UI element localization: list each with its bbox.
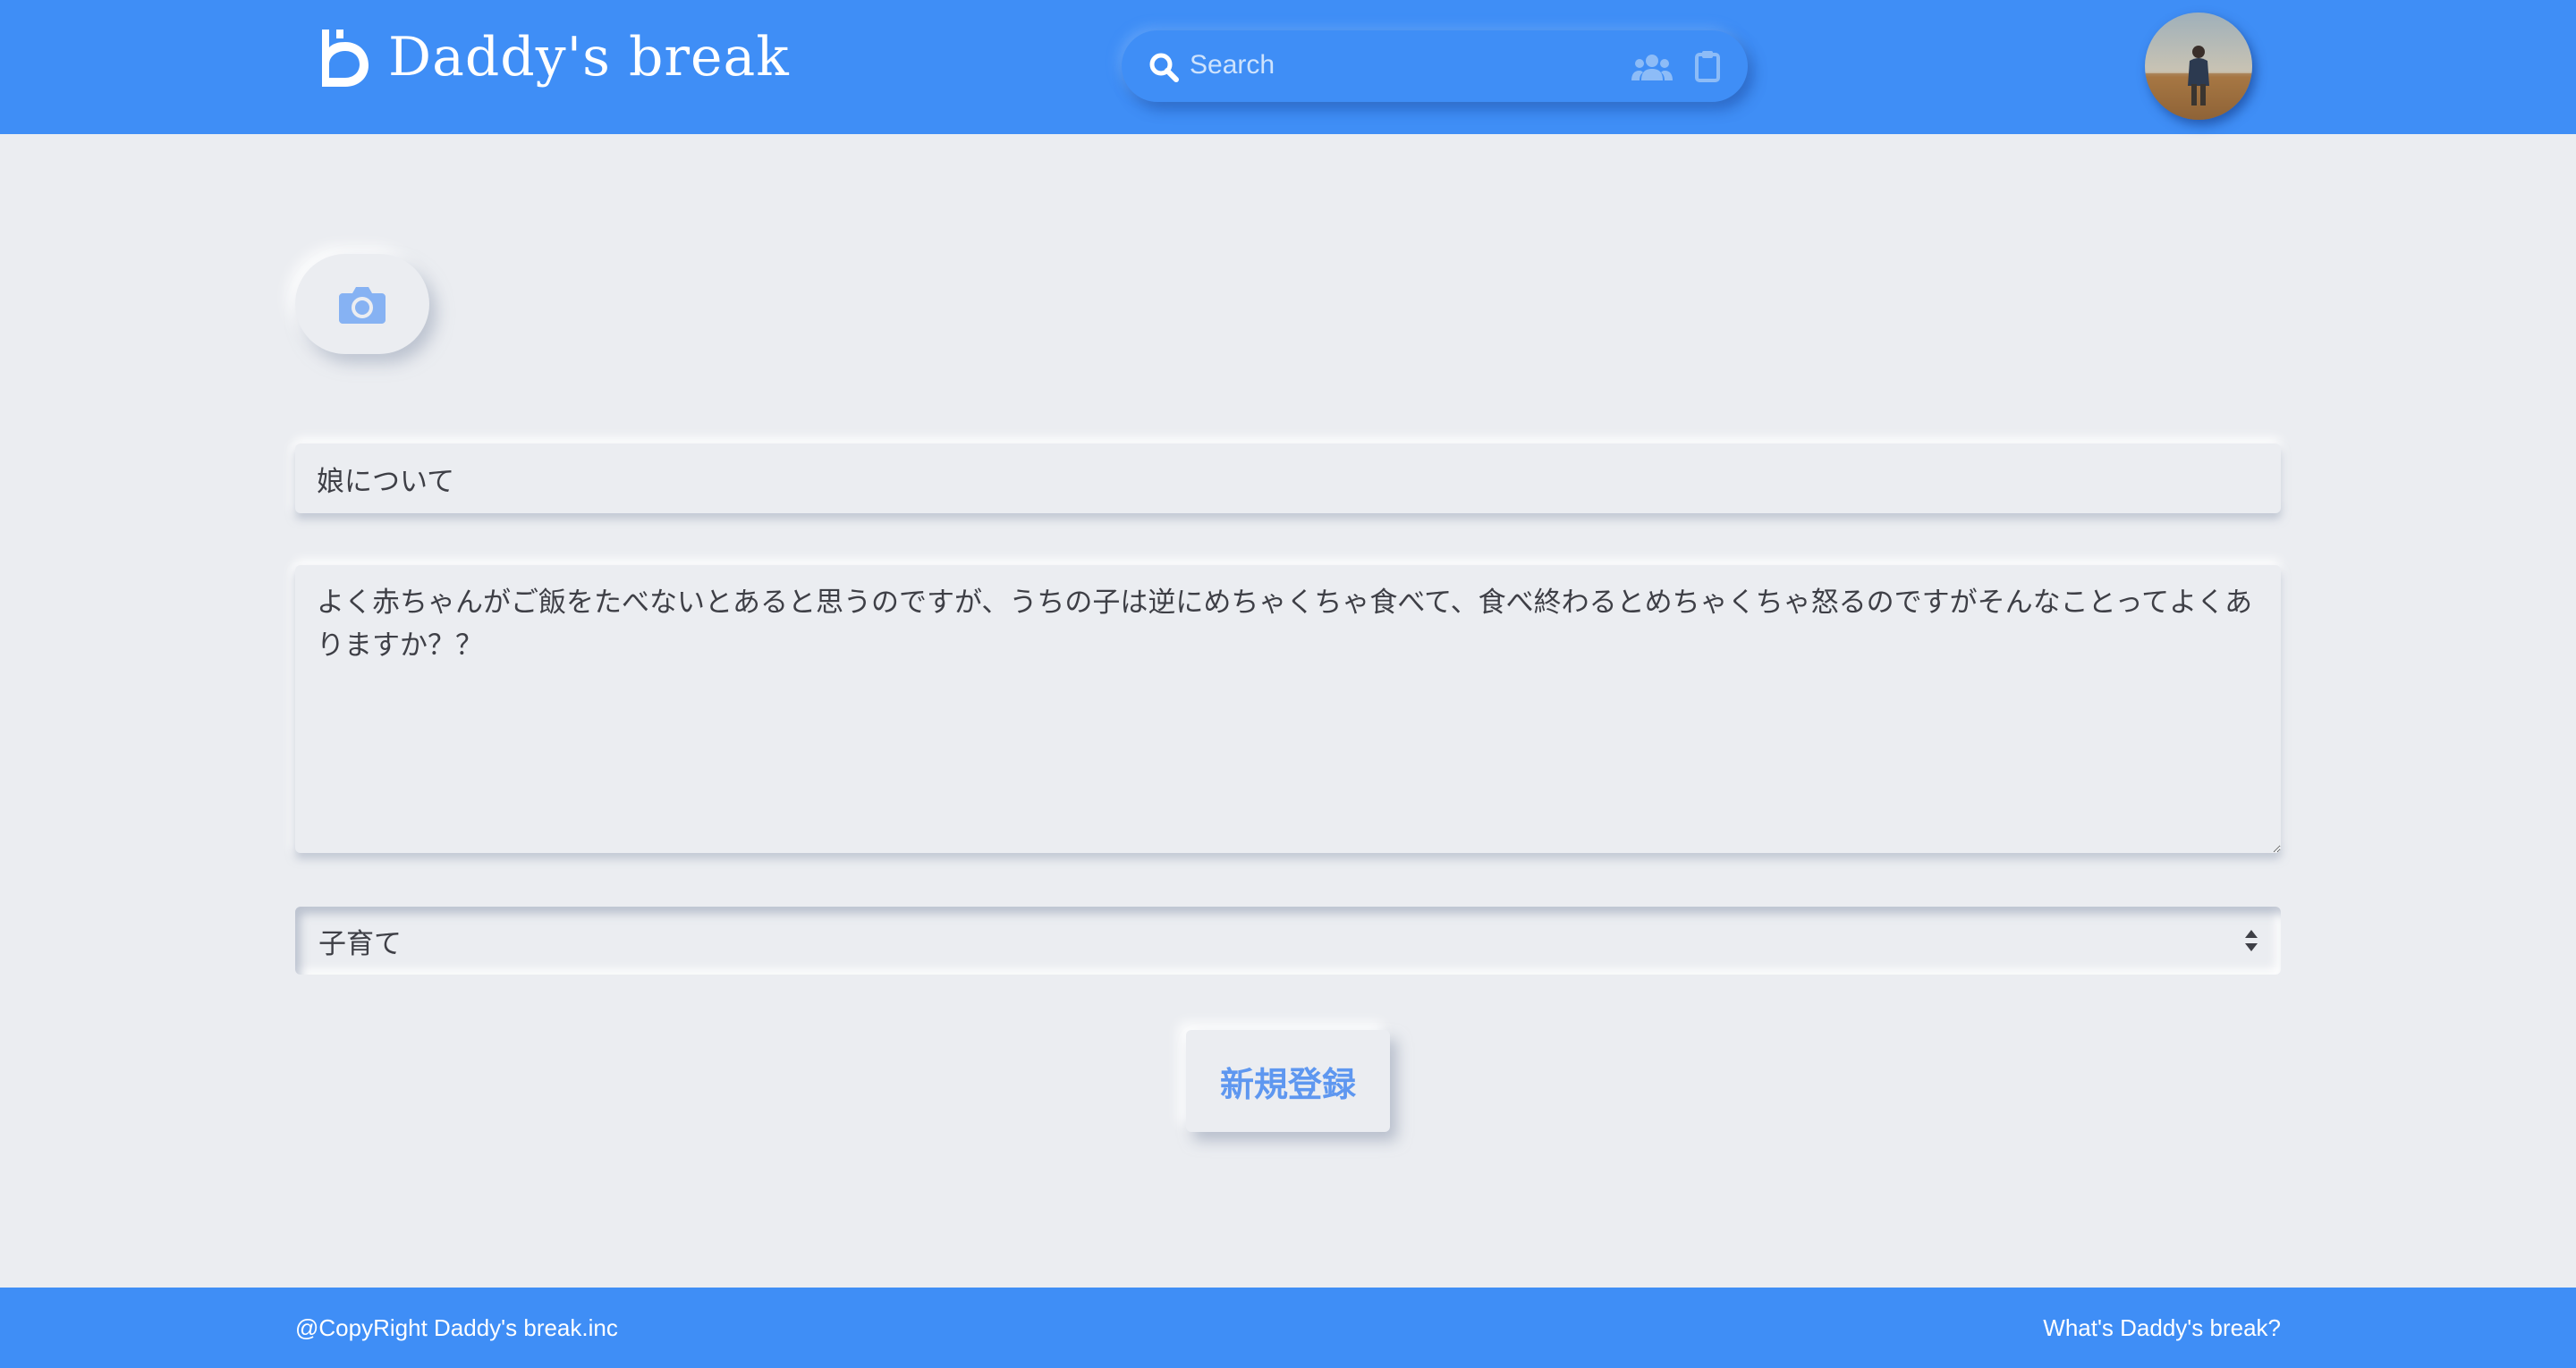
copyright-text: @CopyRight Daddy's break.inc: [295, 1314, 618, 1341]
brand-name: Daddy's break: [388, 26, 790, 89]
search-bar: [1122, 30, 1748, 102]
users-icon[interactable]: [1631, 52, 1673, 82]
camera-icon: [339, 287, 386, 324]
body-textarea[interactable]: よく赤ちゃんがご飯をたべないとあると思うのですが、うちの子は逆にめちゃくちゃ食べ…: [295, 565, 2281, 853]
select-arrows-icon: [2245, 930, 2258, 951]
user-avatar[interactable]: [2145, 13, 2252, 120]
search-icon: [1149, 53, 1179, 82]
image-upload-button[interactable]: [295, 254, 429, 354]
search-input[interactable]: [1190, 45, 1574, 86]
top-header: Daddy's break: [0, 0, 2576, 134]
category-selected-value: 子育て: [318, 927, 402, 960]
brand[interactable]: Daddy's break: [317, 25, 790, 89]
register-button[interactable]: 新規登録: [1186, 1030, 1390, 1132]
daddys-break-logo: [322, 30, 369, 87]
category-select[interactable]: 子育て: [295, 907, 2281, 975]
clipboard-icon[interactable]: [1694, 50, 1721, 82]
avatar-image: [2145, 13, 2252, 120]
about-link[interactable]: What's Daddy's break?: [2043, 1314, 2281, 1342]
title-input[interactable]: [295, 443, 2281, 513]
footer: @CopyRight Daddy's break.inc What's Dadd…: [0, 1288, 2576, 1368]
